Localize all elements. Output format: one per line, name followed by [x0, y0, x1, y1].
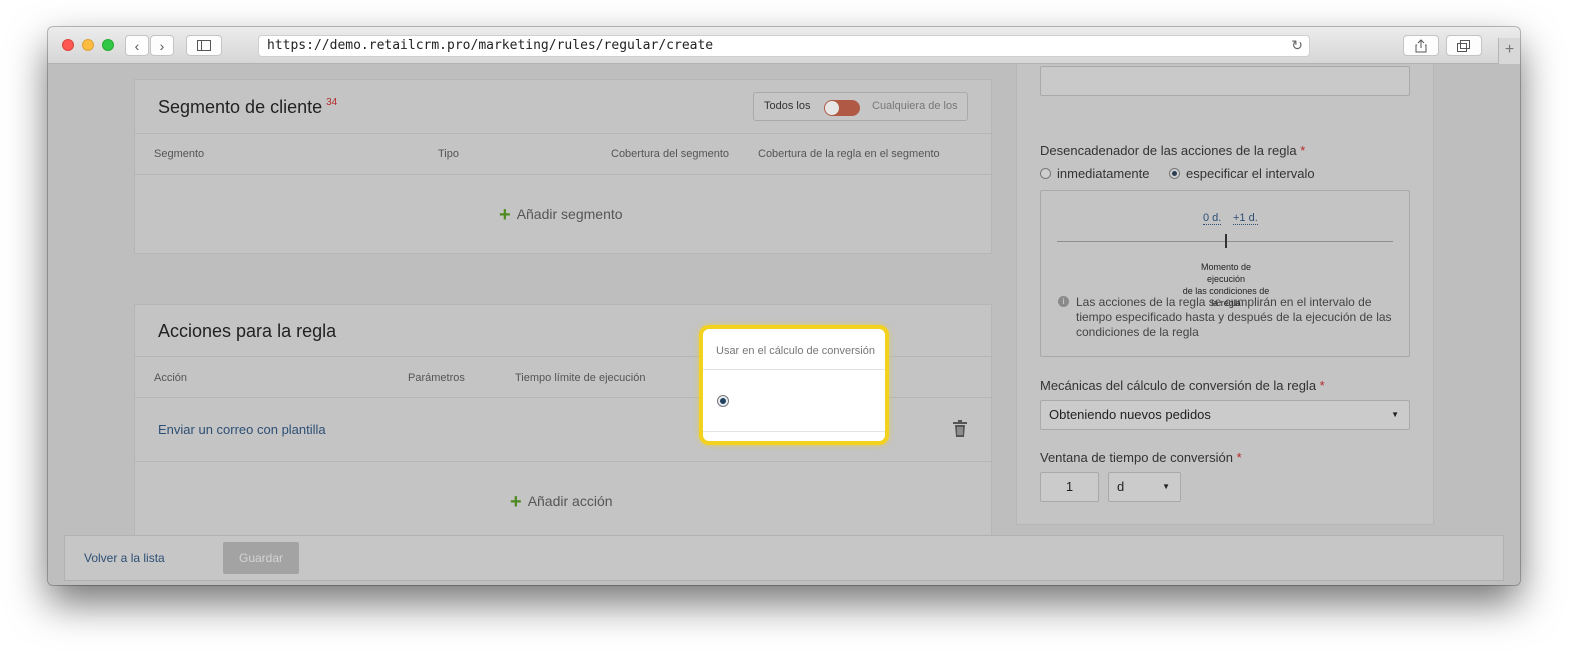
add-action-button[interactable]: + Añadir acción	[510, 491, 613, 514]
segment-title: Segmento de cliente 34	[158, 97, 338, 117]
plus-icon: +	[510, 491, 522, 513]
trigger-option-immediate[interactable]: inmediatamente	[1040, 166, 1150, 181]
trigger-option-interval[interactable]: especificar el intervalo	[1169, 166, 1315, 181]
conversion-usage-popup: Usar en el cálculo de conversión	[699, 325, 889, 445]
save-button[interactable]: Guardar	[223, 542, 299, 574]
range-start-link[interactable]: 0 d.	[1203, 212, 1222, 225]
browser-titlebar: ‹ › https://demo.retailcrm.pro/marketing…	[48, 27, 1520, 64]
tabs-icon	[1457, 39, 1470, 52]
col-type: Tipo	[438, 148, 459, 160]
reload-icon[interactable]: ↻	[1291, 36, 1303, 56]
actions-title: Acciones para la regla	[158, 321, 337, 341]
radio-immediate[interactable]	[1040, 168, 1051, 179]
segment-panel: Segmento de cliente 34 Todos los Cualquie…	[134, 79, 992, 254]
chevron-right-icon: ›	[159, 37, 165, 54]
zoom-window-button[interactable]	[102, 39, 114, 51]
segment-table-header: Segmento Tipo Cobertura del segmento Cob…	[135, 133, 991, 175]
col-rule-coverage: Cobertura de la regla en el segmento	[758, 148, 940, 160]
popup-header: Usar en el cálculo de conversión	[703, 329, 885, 370]
close-window-button[interactable]	[62, 39, 74, 51]
mechanics-selected-value: Obteniendo nuevos pedidos	[1049, 407, 1211, 422]
caret-down-icon: ▼	[1391, 410, 1399, 419]
col-segment: Segmento	[154, 148, 205, 160]
sidebar-icon	[197, 40, 211, 51]
toggle-left-label: Todos los	[764, 100, 811, 112]
forward-button[interactable]: ›	[150, 35, 174, 56]
toggle-knob	[825, 101, 839, 115]
toggle-right-label: Cualquiera de los	[872, 100, 958, 112]
interval-box: 0 d. +1 d. Momento de ejecución de las c…	[1040, 190, 1410, 357]
col-segment-coverage: Cobertura del segmento	[611, 148, 730, 160]
address-bar[interactable]: https://demo.retailcrm.pro/marketing/rul…	[258, 35, 1310, 57]
form-footer: Volver a la lista Guardar	[64, 535, 1504, 581]
minimize-window-button[interactable]	[82, 39, 94, 51]
sidebar-toggle-button[interactable]	[186, 35, 222, 56]
window-unit-select[interactable]: d ▼	[1108, 472, 1181, 502]
info-icon: i	[1058, 296, 1069, 307]
back-to-list-link[interactable]: Volver a la lista	[84, 551, 165, 565]
new-tab-button[interactable]: +	[1498, 38, 1520, 64]
share-icon	[1415, 38, 1427, 52]
mechanics-label: Mecánicas del cálculo de conversión de l…	[1040, 378, 1325, 393]
col-parameters: Parámetros	[408, 372, 465, 384]
mechanics-select[interactable]: Obteniendo nuevos pedidos ▼	[1040, 400, 1410, 430]
col-action: Acción	[154, 372, 188, 384]
tabs-overview-button[interactable]	[1446, 35, 1482, 56]
url-text: https://demo.retailcrm.pro/marketing/rul…	[267, 38, 714, 53]
popup-body	[703, 370, 885, 432]
col-time-limit: Tiempo límite de ejecución	[515, 372, 646, 384]
toggle-switch[interactable]	[824, 100, 860, 116]
top-input-field[interactable]	[1040, 66, 1410, 96]
trash-icon[interactable]	[953, 420, 967, 437]
add-segment-button[interactable]: + Añadir segmento	[499, 204, 623, 227]
share-button[interactable]	[1403, 35, 1439, 56]
window-label: Ventana de tiempo de conversión *	[1040, 450, 1242, 465]
use-in-conversion-radio[interactable]	[717, 395, 729, 407]
segment-count: 34	[326, 97, 338, 108]
match-mode-toggle[interactable]: Todos los Cualquiera de los	[753, 92, 968, 121]
window-value-input[interactable]: 1	[1040, 472, 1099, 502]
back-button[interactable]: ‹	[125, 35, 149, 56]
window-unit-value: d	[1117, 479, 1125, 494]
range-end-link[interactable]: +1 d.	[1233, 212, 1258, 225]
interval-info-text: Las acciones de la regla se cumplirán en…	[1076, 295, 1392, 339]
action-link[interactable]: Enviar un correo con plantilla	[158, 422, 326, 437]
timeline-marker[interactable]	[1225, 234, 1227, 248]
trigger-label: Desencadenador de las acciones de la reg…	[1040, 143, 1306, 158]
caret-down-icon: ▼	[1162, 482, 1170, 491]
chevron-left-icon: ‹	[134, 37, 140, 54]
radio-interval[interactable]	[1169, 168, 1180, 179]
plus-icon: +	[499, 204, 511, 226]
browser-window: ‹ › https://demo.retailcrm.pro/marketing…	[48, 27, 1520, 585]
rule-settings-panel: Desencadenador de las acciones de la reg…	[1016, 64, 1434, 525]
